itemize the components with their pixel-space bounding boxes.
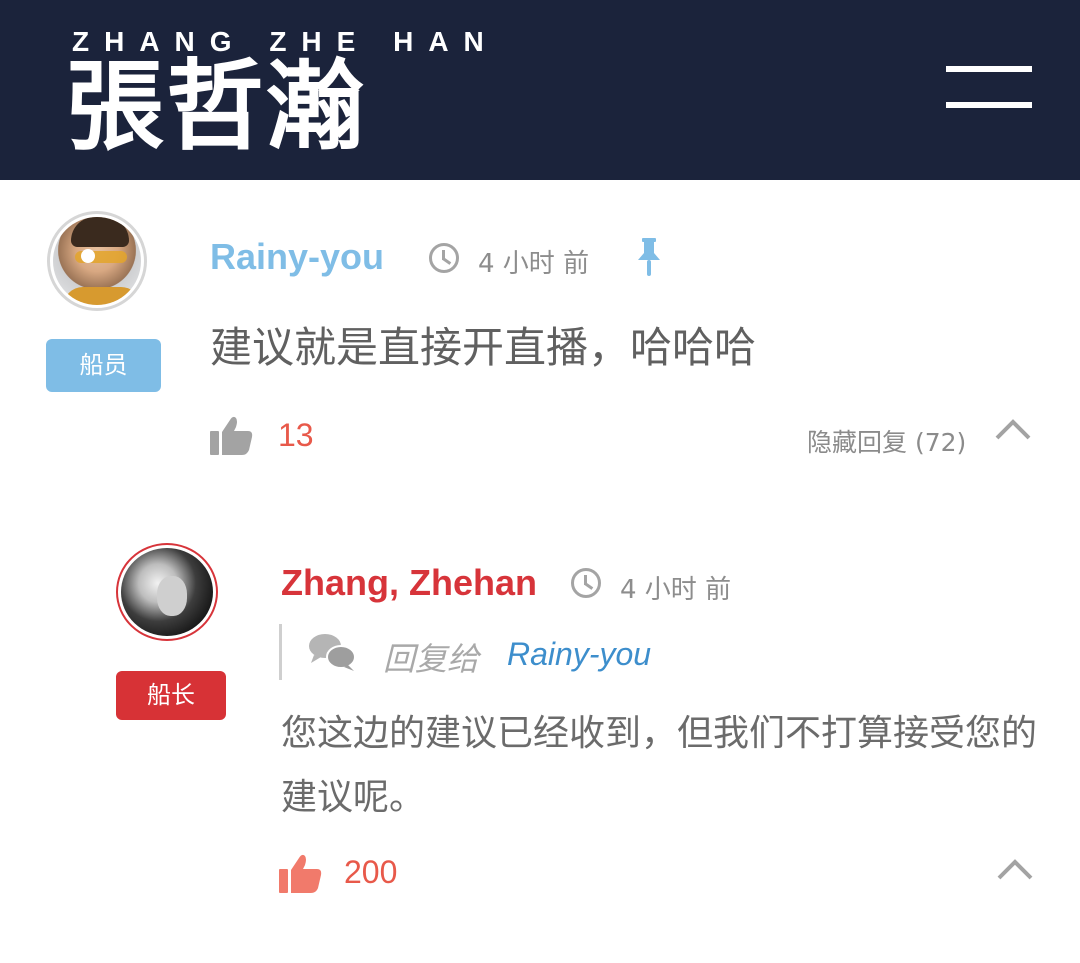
reply-timestamp: 4 小时 前 xyxy=(620,575,732,605)
chat-bubbles-icon xyxy=(309,634,356,671)
brand-logo-chinese[interactable]: 張哲瀚 xyxy=(66,52,366,162)
pin-icon xyxy=(638,238,660,276)
site-header: ZHANG ZHE HAN 張哲瀚 xyxy=(0,0,1080,180)
avatar-photo xyxy=(121,548,213,636)
thumbs-up-icon[interactable] xyxy=(279,853,323,893)
quote-divider xyxy=(279,624,282,680)
menu-line xyxy=(946,66,1032,72)
thumbs-up-icon[interactable] xyxy=(210,415,254,455)
comment-timestamp: 4 小时 前 xyxy=(478,249,590,279)
chevron-up-icon[interactable] xyxy=(997,858,1033,880)
reply-to-user-link[interactable]: Rainy-you xyxy=(507,636,651,673)
reply-to-label: 回复给 xyxy=(383,640,480,678)
reply-username[interactable]: Zhang, Zhehan xyxy=(281,562,537,604)
avatar-zhang-zhehan[interactable] xyxy=(116,543,218,641)
avatar-rainy-you[interactable] xyxy=(47,211,147,311)
comment-username[interactable]: Rainy-you xyxy=(210,236,384,278)
captain-badge: 船长 xyxy=(116,671,226,720)
clock-icon xyxy=(429,243,459,273)
avatar-face xyxy=(157,576,187,616)
chevron-up-icon[interactable] xyxy=(995,418,1031,440)
hamburger-icon[interactable] xyxy=(946,66,1032,110)
crew-badge: 船员 xyxy=(46,339,161,392)
avatar-shirt xyxy=(63,287,141,305)
menu-line xyxy=(946,102,1032,108)
reply-like-count: 200 xyxy=(344,854,398,890)
clock-icon xyxy=(571,568,601,598)
avatar-photo xyxy=(53,217,141,305)
hide-replies-button[interactable]: 隐藏回复 (72) xyxy=(807,423,966,459)
avatar-glare xyxy=(81,249,95,263)
reply-text: 您这边的建议已经收到，但我们不打算接受您的建议呢。 xyxy=(281,713,1038,818)
comment-text: 建议就是直接开直播，哈哈哈 xyxy=(210,323,757,372)
comment-like-count: 13 xyxy=(278,417,314,453)
avatar-hair xyxy=(71,217,129,247)
